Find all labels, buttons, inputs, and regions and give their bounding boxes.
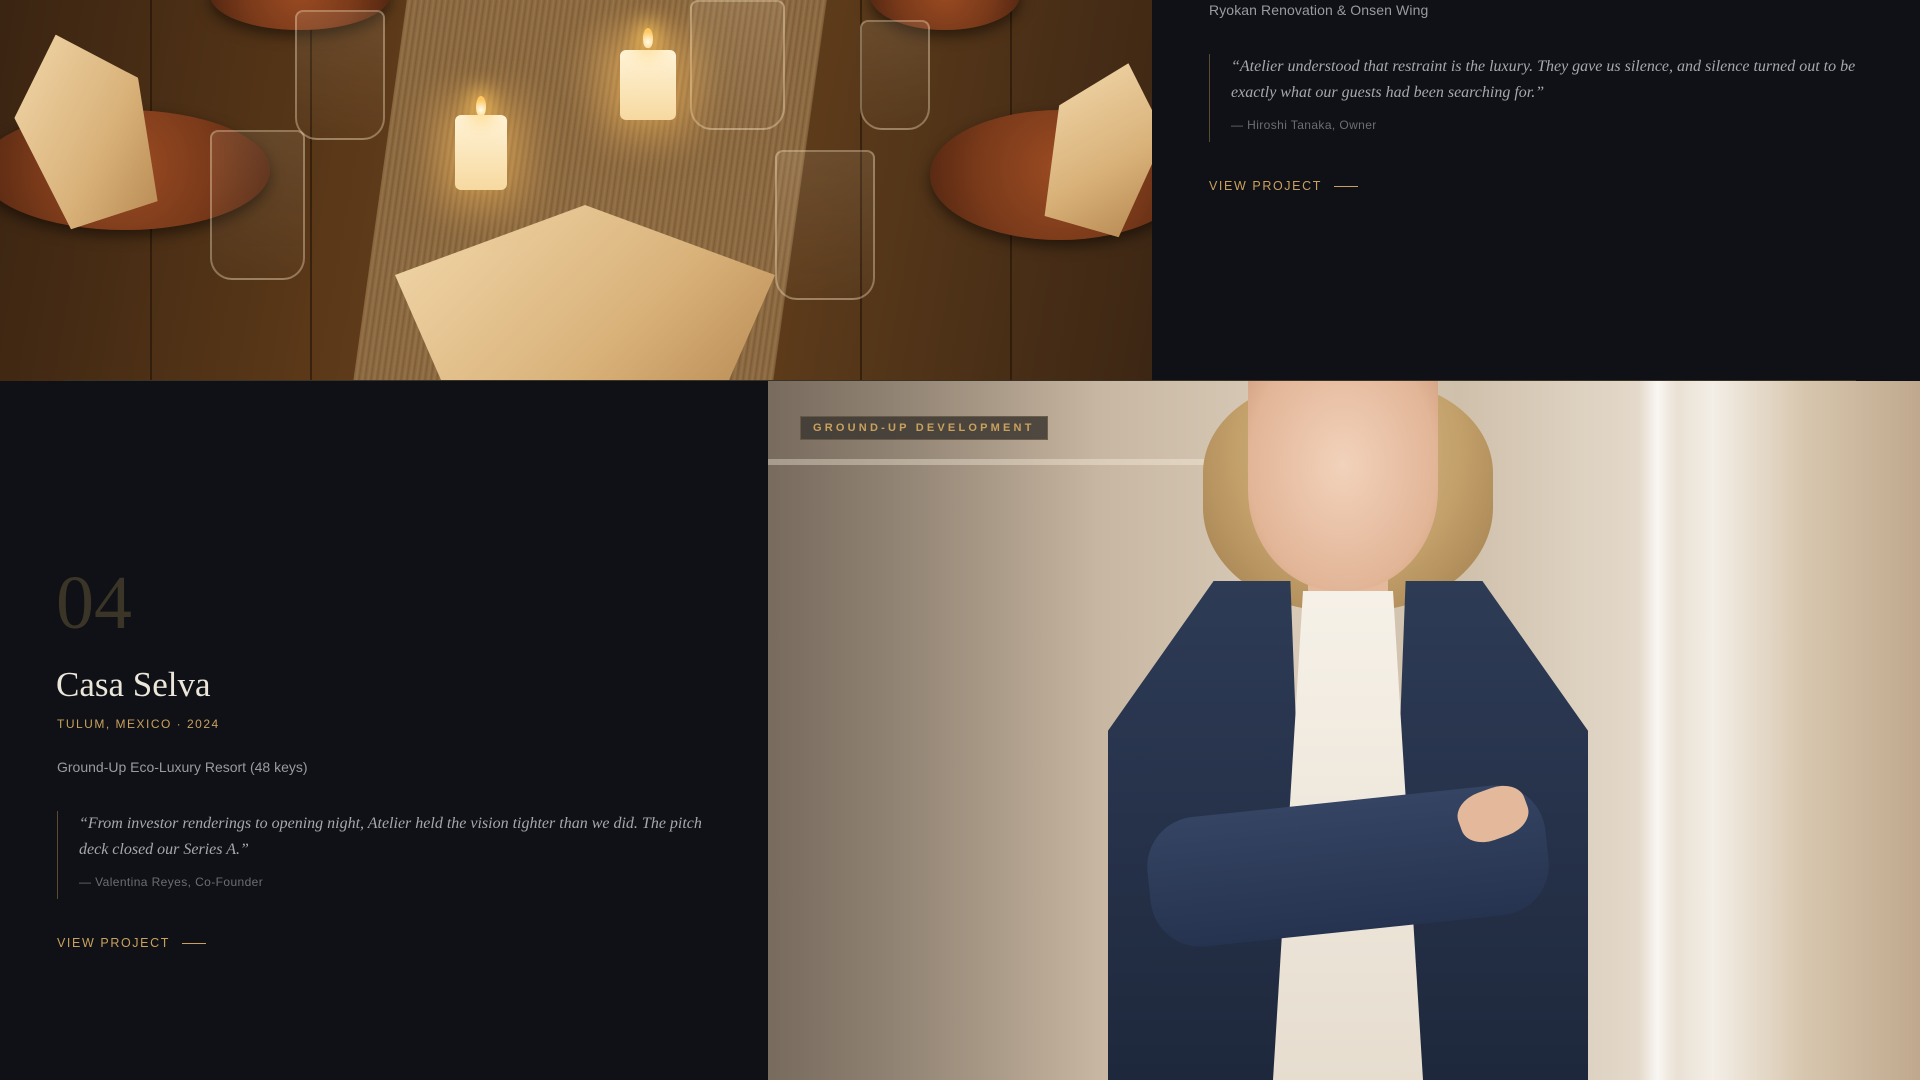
project-story-panel: Ryokan Renovation & Onsen Wing “Atelier …: [1152, 0, 1920, 381]
portrait-photo-image: GROUND-UP DEVELOPMENT: [768, 381, 1920, 1080]
testimonial-quote: “From investor renderings to opening nig…: [79, 815, 702, 858]
view-project-label: VIEW PROJECT: [1209, 179, 1322, 193]
candle: [620, 50, 676, 120]
arrow-line-icon: [181, 942, 206, 944]
water-glass: [860, 20, 930, 130]
view-project-link[interactable]: VIEW PROJECT: [1209, 179, 1358, 193]
view-project-link[interactable]: VIEW PROJECT: [57, 936, 206, 950]
wine-glass: [690, 0, 785, 130]
arrow-line-icon: [1333, 185, 1358, 187]
project-subtitle: Ground-Up Eco-Luxury Resort (48 keys): [57, 759, 308, 775]
project-title: Casa Selva: [56, 665, 211, 704]
water-glass: [775, 150, 875, 300]
category-tag: GROUND-UP DEVELOPMENT: [800, 416, 1048, 440]
testimonial-attribution: — Hiroshi Tanaka, Owner: [1231, 118, 1377, 132]
person-face: [1248, 381, 1438, 591]
project-location-year: TULUM, MEXICO · 2024: [57, 717, 220, 731]
testimonial-quote: “Atelier understood that restraint is th…: [1231, 58, 1856, 101]
water-glass: [210, 130, 305, 280]
testimonial-attribution: — Valentina Reyes, Co-Founder: [79, 875, 264, 889]
project-info-panel: 04 Casa Selva TULUM, MEXICO · 2024 Groun…: [0, 381, 768, 1080]
candle-flame: [476, 96, 486, 116]
candlelit-dining-table-image: [0, 0, 1152, 381]
project-row-03: Ryokan Renovation & Onsen Wing “Atelier …: [0, 0, 1920, 381]
project-row-04: 04 Casa Selva TULUM, MEXICO · 2024 Groun…: [0, 381, 1920, 1080]
candle-flame: [643, 28, 653, 48]
wine-glass: [295, 10, 385, 140]
portfolio-page: Ryokan Renovation & Onsen Wing “Atelier …: [0, 0, 1920, 1080]
client-testimonial: “Atelier understood that restraint is th…: [1209, 54, 1879, 142]
project-number: 04: [56, 561, 132, 645]
client-testimonial: “From investor renderings to opening nig…: [57, 811, 717, 899]
candle: [455, 115, 507, 190]
view-project-label: VIEW PROJECT: [57, 936, 170, 950]
project-subtitle: Ryokan Renovation & Onsen Wing: [1209, 2, 1429, 18]
